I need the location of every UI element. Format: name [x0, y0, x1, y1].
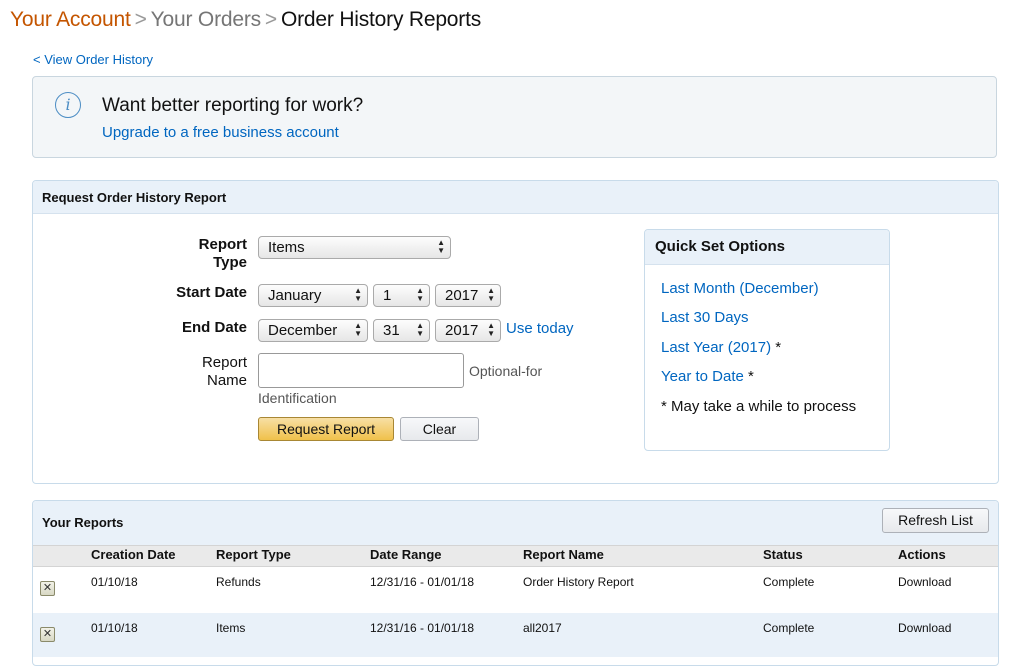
quick-set-last-30-days: Last 30 Days [661, 309, 749, 326]
info-icon: i [55, 92, 81, 118]
start-day-value: 1 [383, 287, 392, 304]
column-creation-date: Creation Date [91, 547, 176, 562]
select-arrows-icon: ▲ ▼ [487, 321, 495, 338]
quick-set-title: Quick Set Options [655, 238, 786, 255]
cell-report-type: Items [216, 621, 246, 635]
table-row: ✕ 01/10/18 Refunds 12/31/16 - 01/01/18 O… [33, 567, 998, 611]
select-arrows-icon: ▲ ▼ [354, 321, 362, 338]
select-arrows-icon: ▲ ▼ [416, 286, 424, 303]
quick-set-year-to-date: Year to Date * [661, 368, 754, 385]
column-date-range: Date Range [370, 547, 442, 562]
column-actions: Actions [898, 547, 946, 562]
your-reports-panel: Your Reports Refresh List Creation Date … [32, 500, 999, 666]
clear-button[interactable]: Clear [400, 417, 479, 441]
cell-report-type: Refunds [216, 575, 261, 589]
select-arrows-icon: ▲ ▼ [487, 286, 495, 303]
breadcrumb-separator: > [264, 8, 277, 31]
report-type-select[interactable]: Items ▲ ▼ [258, 236, 451, 259]
cell-date-range: 12/31/16 - 01/01/18 [370, 575, 475, 589]
quick-set-star: * [748, 368, 754, 385]
quick-set-star: * [775, 339, 782, 356]
start-date-label: Start Date [176, 284, 247, 301]
cell-status: Complete [763, 575, 815, 589]
end-day-value: 31 [383, 322, 400, 339]
request-report-panel: Request Order History Report Report Type… [32, 180, 999, 484]
quick-set-header: Quick Set Options [645, 230, 889, 265]
end-year-value: 2017 [445, 322, 479, 339]
download-link[interactable]: Download [898, 621, 951, 635]
quick-set-last-month: Last Month (December) [661, 280, 819, 297]
column-status: Status [763, 547, 803, 562]
cell-creation-date: 01/10/18 [91, 621, 138, 635]
quick-set-last-year-link[interactable]: Last Year (2017) [661, 339, 771, 356]
report-name-hint-cont: Identification [258, 390, 337, 406]
quick-set-last-30-days-link[interactable]: Last 30 Days [661, 309, 749, 326]
banner-heading: Want better reporting for work? [102, 95, 364, 116]
report-name-input[interactable] [258, 353, 464, 388]
report-name-hint: Optional-for [469, 363, 543, 379]
request-panel-title: Request Order History Report [42, 190, 227, 205]
refresh-list-button[interactable]: Refresh List [882, 508, 989, 533]
quick-set-year-to-date-link[interactable]: Year to Date [661, 368, 744, 385]
report-type-label: Report Type [198, 236, 247, 271]
cell-report-name: Order History Report [523, 575, 634, 589]
request-report-button[interactable]: Request Report [258, 417, 394, 441]
request-panel-header: Request Order History Report [33, 181, 998, 214]
table-row: ✕ 01/10/18 Items 12/31/16 - 01/01/18 all… [33, 613, 998, 657]
end-day-select[interactable]: 31 ▲ ▼ [373, 319, 430, 342]
upgrade-business-account-link[interactable]: Upgrade to a free business account [102, 124, 339, 141]
view-order-history-link[interactable]: < View Order History [33, 52, 153, 67]
start-year-value: 2017 [445, 287, 479, 304]
quick-set-last-month-link[interactable]: Last Month (December) [661, 280, 819, 297]
end-month-select[interactable]: December ▲ ▼ [258, 319, 368, 342]
end-year-select[interactable]: 2017 ▲ ▼ [435, 319, 501, 342]
column-report-type: Report Type [216, 547, 291, 562]
quick-set-options-box: Quick Set Options Last Month (December) … [644, 229, 890, 451]
reports-table-header: Creation Date Report Type Date Range Rep… [33, 545, 998, 567]
business-account-banner: i Want better reporting for work? Upgrad… [32, 76, 997, 158]
cell-creation-date: 01/10/18 [91, 575, 138, 589]
breadcrumb-current-page: Order History Reports [281, 8, 482, 31]
breadcrumb-your-orders[interactable]: Your Orders [151, 8, 261, 31]
end-date-label: End Date [181, 319, 247, 336]
end-month-value: December [268, 322, 338, 339]
select-arrows-icon: ▲ ▼ [416, 321, 424, 338]
start-day-select[interactable]: 1 ▲ ▼ [373, 284, 430, 307]
download-link[interactable]: Download [898, 575, 951, 589]
cell-status: Complete [763, 621, 815, 635]
column-report-name: Report Name [523, 547, 604, 562]
start-month-value: January [268, 287, 322, 304]
delete-report-icon[interactable]: ✕ [40, 581, 55, 596]
breadcrumb-separator: > [134, 8, 147, 31]
reports-panel-title: Your Reports [42, 515, 124, 530]
delete-report-icon[interactable]: ✕ [40, 627, 55, 642]
quick-set-last-year: Last Year (2017) * [661, 339, 781, 356]
start-month-select[interactable]: January ▲ ▼ [258, 284, 368, 307]
start-year-select[interactable]: 2017 ▲ ▼ [435, 284, 501, 307]
breadcrumb-your-account[interactable]: Your Account [10, 8, 131, 31]
cell-report-name: all2017 [523, 621, 562, 635]
breadcrumb: Your Account > Your Orders > Order History R… [10, 8, 481, 32]
cell-date-range: 12/31/16 - 01/01/18 [370, 621, 475, 635]
reports-panel-header: Your Reports Refresh List [33, 501, 998, 545]
select-arrows-icon: ▲ ▼ [437, 238, 445, 255]
quick-set-note: * May take a while to process [661, 398, 857, 415]
use-today-link[interactable]: Use today [506, 320, 574, 337]
report-name-label: Report Name [201, 354, 247, 389]
select-arrows-icon: ▲ ▼ [354, 286, 362, 303]
report-type-value: Items [268, 239, 305, 256]
